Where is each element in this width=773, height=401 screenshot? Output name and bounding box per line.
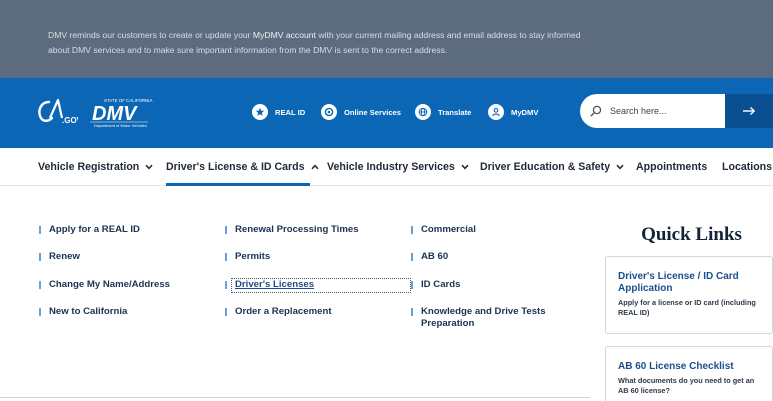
user-icon xyxy=(488,104,504,120)
chevron-down-icon xyxy=(145,164,153,170)
menu-bullet xyxy=(225,226,227,234)
ca-gov-logo[interactable]: .GOV xyxy=(36,96,78,126)
nav-drivers-license-id-cards[interactable]: Driver's License & ID Cards xyxy=(166,158,319,176)
online-services-label: Online Services xyxy=(344,107,401,117)
menu-bullet xyxy=(411,308,413,316)
menu-renewal-processing-times[interactable]: Renewal Processing Times xyxy=(235,224,359,236)
chevron-up-icon xyxy=(310,164,319,170)
menu-order-replacement[interactable]: Order a Replacement xyxy=(235,306,332,318)
chevron-down-icon xyxy=(461,164,469,170)
svg-text:DMV: DMV xyxy=(92,103,138,125)
quick-links-title: Quick Links xyxy=(641,224,742,245)
svg-text:Department of Motor Vehicles: Department of Motor Vehicles xyxy=(94,123,147,128)
star-icon xyxy=(252,104,268,120)
quick-link-desc: What documents do you need to get an AB … xyxy=(618,376,755,395)
quick-link-card-license-application[interactable]: Driver's License / ID Card Application A… xyxy=(605,256,773,334)
arrow-right-icon xyxy=(743,106,756,116)
online-services-link[interactable]: Online Services xyxy=(321,102,401,122)
menu-ab-60[interactable]: AB 60 xyxy=(421,251,448,263)
nav-label: Driver Education & Safety xyxy=(480,161,611,173)
mydmv-label: MyDMV xyxy=(511,107,539,117)
menu-id-cards[interactable]: ID Cards xyxy=(421,279,460,291)
nav-label: Vehicle Registration xyxy=(38,161,140,173)
active-nav-indicator xyxy=(166,183,310,186)
dmv-logo[interactable]: STATE OF CALIFORNIA DMV Department of Mo… xyxy=(88,96,160,128)
menu-bullet xyxy=(411,226,413,234)
menu-bullet xyxy=(39,253,41,261)
quick-link-card-ab60-checklist[interactable]: AB 60 License Checklist What documents d… xyxy=(605,346,773,401)
chevron-down-icon xyxy=(616,164,624,170)
menu-bullet xyxy=(225,253,227,261)
quick-link-title: AB 60 License Checklist xyxy=(618,361,734,372)
globe-icon xyxy=(415,104,431,120)
nav-locations[interactable]: Locations xyxy=(722,158,772,176)
nav-label: Appointments xyxy=(636,161,708,173)
translate-link[interactable]: Translate xyxy=(415,102,471,122)
notice-banner: DMV reminds our customers to create or u… xyxy=(0,0,773,78)
svg-text:.GOV: .GOV xyxy=(62,116,78,125)
menu-bullet xyxy=(225,308,227,316)
menu-bullet xyxy=(39,308,41,316)
quick-link-title: Driver's License / ID Card Application xyxy=(618,271,739,294)
nav-vehicle-industry-services[interactable]: Vehicle Industry Services xyxy=(327,158,469,176)
search-submit-button[interactable] xyxy=(725,94,773,128)
mydmv-account-link[interactable]: MyDMV account xyxy=(253,30,316,40)
nav-label: Driver's License & ID Cards xyxy=(166,161,305,173)
nav-driver-education-safety[interactable]: Driver Education & Safety xyxy=(480,158,624,176)
quick-link-desc: Apply for a license or ID card (includin… xyxy=(618,298,756,317)
real-id-label: REAL ID xyxy=(275,107,306,117)
search-icon xyxy=(590,105,602,117)
menu-change-name-address[interactable]: Change My Name/Address xyxy=(49,279,170,291)
notice-text: DMV reminds our customers to create or u… xyxy=(48,30,581,55)
menu-permits[interactable]: Permits xyxy=(235,251,270,263)
search-input[interactable] xyxy=(610,102,720,120)
menu-bullet xyxy=(225,281,227,289)
online-services-icon xyxy=(321,104,337,120)
menu-renew[interactable]: Renew xyxy=(49,251,80,263)
menu-bullet xyxy=(39,226,41,234)
menu-commercial[interactable]: Commercial xyxy=(421,224,476,236)
nav-label: Locations xyxy=(722,161,773,173)
mydmv-link[interactable]: MyDMV xyxy=(488,102,538,122)
translate-label: Translate xyxy=(438,107,472,117)
nav-label: Vehicle Industry Services xyxy=(327,161,455,173)
nav-appointments[interactable]: Appointments xyxy=(636,158,707,176)
nav-vehicle-registration[interactable]: Vehicle Registration xyxy=(38,158,153,176)
menu-apply-real-id[interactable]: Apply for a REAL ID xyxy=(49,224,140,236)
menu-knowledge-drive-tests[interactable]: Knowledge and Drive Tests Preparation xyxy=(421,306,571,330)
menu-drivers-licenses[interactable]: Driver's Licenses xyxy=(235,279,314,291)
menu-bullet xyxy=(411,253,413,261)
main-navigation: Vehicle Registration Driver's License & … xyxy=(0,148,773,186)
divider xyxy=(0,397,590,398)
menu-bullet xyxy=(39,281,41,289)
menu-bullet xyxy=(411,281,413,289)
menu-new-to-california[interactable]: New to California xyxy=(49,306,127,318)
real-id-link[interactable]: REAL ID xyxy=(252,102,305,122)
